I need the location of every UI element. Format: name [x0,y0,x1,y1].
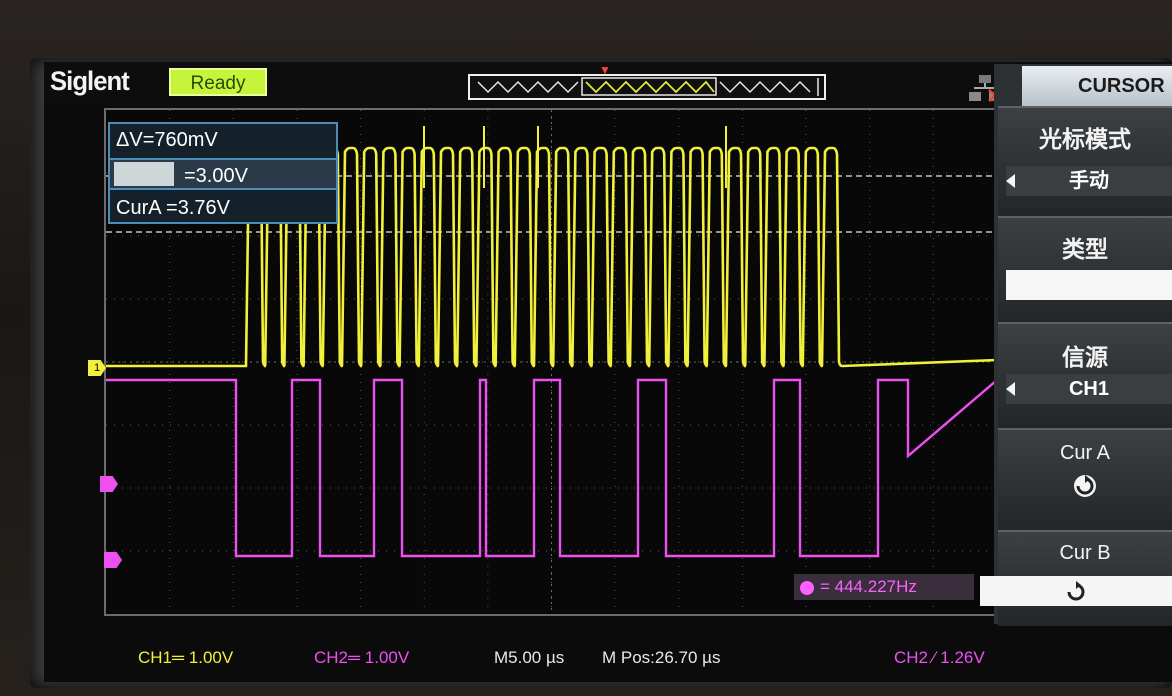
brand-logo: Siglent [50,66,130,96]
rotate-knob-icon [1067,580,1085,601]
ch2-indicator-icon [800,580,814,595]
menu-item-source[interactable]: 信源 CH1 [998,322,1172,428]
menu-title: CURSOR [1022,66,1172,106]
rotate-knob-icon [1074,475,1096,497]
ch2-scale[interactable]: CH2═ 1.00V [314,648,409,668]
acquisition-status: Ready [169,68,267,96]
cur-b-label: Cur B [1059,542,1111,564]
selected-arrow-icon [1006,382,1015,396]
menu-item-cur-a[interactable]: Cur A [998,428,1172,530]
source-value[interactable]: CH1 [1006,374,1172,404]
source-value-text: CH1 [1068,378,1109,400]
cursor-mode-label: 光标模式 [1039,126,1131,152]
memory-position-strip [468,74,826,100]
horizontal-position[interactable]: M Pos:26.70 µs [602,648,720,668]
cur-b-knob[interactable] [980,576,1172,606]
ch1-scale[interactable]: CH1═ 1.00V [138,648,233,668]
type-label: 类型 [1062,236,1108,262]
delta-v-readout: ΔV=760mV [116,129,218,151]
cursor-mode-text: 手动 [1069,170,1109,192]
menu-item-cur-b[interactable]: Cur B [980,530,1172,626]
timebase-scale[interactable]: M5.00 µs [494,648,564,668]
trigger-position-icon: ▼ [599,63,611,77]
memory-waveform-icon [477,77,819,96]
selected-arrow-icon [1006,174,1015,188]
source-label: 信源 [1062,344,1108,370]
type-value[interactable] [1006,270,1172,300]
cursor-measurement-box: ΔV=760mV =3.00V CurA =3.76V [108,122,338,224]
trigger-level[interactable]: CH2 ∕ 1.26V [894,648,985,668]
frequency-readout: = 444.227Hz [794,574,974,600]
cur-b-value: =3.00V [184,165,248,187]
bottom-status-bar: CH1═ 1.00V CH2═ 1.00V M5.00 µs M Pos:26.… [104,640,1014,674]
cur-b-readout: =3.00V [110,158,336,190]
cur-a-readout: CurA =3.76V [116,197,230,219]
menu-item-cursor-mode[interactable]: 光标模式 手动 [998,106,1172,216]
menu-item-type[interactable]: 类型 [998,216,1172,322]
cur-b-label-highlight [114,162,174,186]
cur-a-label: Cur A [1059,442,1111,464]
frequency-value: = 444.227Hz [820,577,917,596]
cursor-mode-value[interactable]: 手动 [1006,166,1172,196]
